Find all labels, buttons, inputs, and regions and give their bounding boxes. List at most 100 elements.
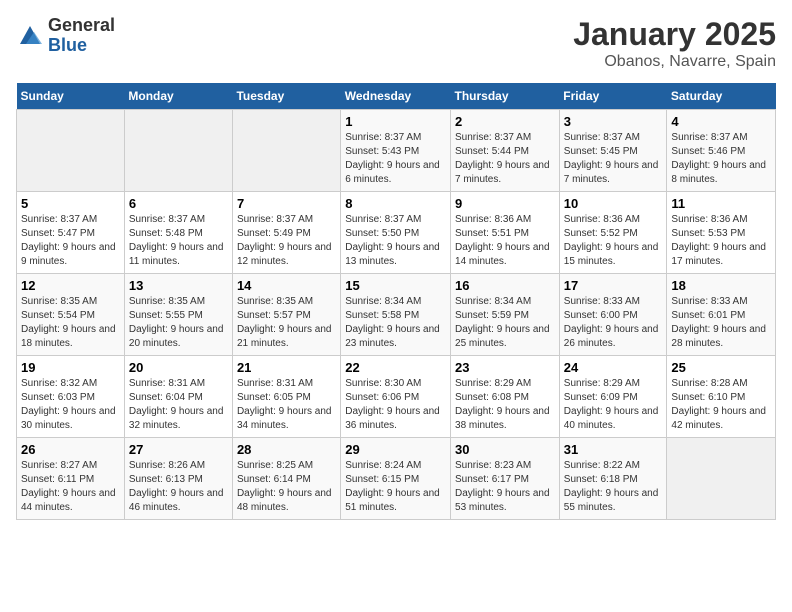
day-info: Sunrise: 8:37 AM Sunset: 5:43 PM Dayligh…: [345, 131, 446, 187]
day-info: Sunrise: 8:26 AM Sunset: 6:13 PM Dayligh…: [129, 459, 228, 515]
day-info: Sunrise: 8:34 AM Sunset: 5:59 PM Dayligh…: [455, 295, 555, 351]
calendar-week-row: 19Sunrise: 8:32 AM Sunset: 6:03 PM Dayli…: [17, 356, 776, 438]
weekday-row: SundayMondayTuesdayWednesdayThursdayFrid…: [17, 83, 776, 110]
calendar-table: SundayMondayTuesdayWednesdayThursdayFrid…: [16, 83, 776, 520]
calendar-cell: 12 Sunrise: 8:35 AM Sunset: 5:54 PM Dayli…: [17, 274, 125, 356]
calendar-cell: 23 Sunrise: 8:29 AM Sunset: 6:08 PM Dayli…: [451, 356, 560, 438]
weekday-header: Monday: [124, 83, 232, 110]
day-info: Sunrise: 8:37 AM Sunset: 5:45 PM Dayligh…: [564, 131, 663, 187]
calendar-cell: 18Sunrise: 8:33 AM Sunset: 6:01 PM Dayli…: [667, 274, 776, 356]
calendar-cell: 31Sunrise: 8:22 AM Sunset: 6:18 PM Dayli…: [559, 438, 667, 520]
day-number: 29: [345, 442, 446, 457]
calendar-title: January 2025: [573, 16, 776, 53]
day-number: 14: [237, 278, 336, 293]
day-info: Sunrise: 8:24 AM Sunset: 6:15 PM Dayligh…: [345, 459, 446, 515]
calendar-cell: 11 Sunrise: 8:36 AM Sunset: 5:53 PM Dayli…: [667, 192, 776, 274]
calendar-cell: 2Sunrise: 8:37 AM Sunset: 5:44 PM Daylig…: [451, 110, 560, 192]
calendar-cell: 7 Sunrise: 8:37 AM Sunset: 5:49 PM Daylig…: [232, 192, 340, 274]
calendar-cell: 9 Sunrise: 8:36 AM Sunset: 5:51 PM Daylig…: [451, 192, 560, 274]
day-info: Sunrise: 8:36 AM Sunset: 5:53 PM Dayligh…: [671, 213, 771, 269]
day-number: 9: [455, 196, 555, 211]
day-info: Sunrise: 8:34 AM Sunset: 5:58 PM Dayligh…: [345, 295, 446, 351]
day-number: 12: [21, 278, 120, 293]
day-number: 25: [671, 360, 771, 375]
day-info: Sunrise: 8:30 AM Sunset: 6:06 PM Dayligh…: [345, 377, 446, 433]
calendar-cell: [232, 110, 340, 192]
day-info: Sunrise: 8:35 AM Sunset: 5:54 PM Dayligh…: [21, 295, 120, 351]
logo-blue: Blue: [48, 36, 115, 56]
calendar-cell: 25 Sunrise: 8:28 AM Sunset: 6:10 PM Dayli…: [667, 356, 776, 438]
calendar-cell: 13 Sunrise: 8:35 AM Sunset: 5:55 PM Dayli…: [124, 274, 232, 356]
calendar-cell: 21 Sunrise: 8:31 AM Sunset: 6:05 PM Dayli…: [232, 356, 340, 438]
day-number: 17: [564, 278, 663, 293]
calendar-cell: [667, 438, 776, 520]
calendar-week-row: 5 Sunrise: 8:37 AM Sunset: 5:47 PM Daylig…: [17, 192, 776, 274]
weekday-header: Wednesday: [341, 83, 451, 110]
day-number: 2: [455, 114, 555, 129]
day-number: 7: [237, 196, 336, 211]
day-number: 20: [129, 360, 228, 375]
calendar-cell: 1 Sunrise: 8:37 AM Sunset: 5:43 PM Daylig…: [341, 110, 451, 192]
day-info: Sunrise: 8:32 AM Sunset: 6:03 PM Dayligh…: [21, 377, 120, 433]
day-number: 6: [129, 196, 228, 211]
day-info: Sunrise: 8:36 AM Sunset: 5:52 PM Dayligh…: [564, 213, 663, 269]
day-number: 26: [21, 442, 120, 457]
calendar-cell: 15 Sunrise: 8:34 AM Sunset: 5:58 PM Dayli…: [341, 274, 451, 356]
day-number: 8: [345, 196, 446, 211]
calendar-cell: 29 Sunrise: 8:24 AM Sunset: 6:15 PM Dayli…: [341, 438, 451, 520]
calendar-body: 1 Sunrise: 8:37 AM Sunset: 5:43 PM Daylig…: [17, 110, 776, 520]
day-info: Sunrise: 8:31 AM Sunset: 6:05 PM Dayligh…: [237, 377, 336, 433]
day-info: Sunrise: 8:31 AM Sunset: 6:04 PM Dayligh…: [129, 377, 228, 433]
day-info: Sunrise: 8:29 AM Sunset: 6:08 PM Dayligh…: [455, 377, 555, 433]
calendar-week-row: 26Sunrise: 8:27 AM Sunset: 6:11 PM Dayli…: [17, 438, 776, 520]
day-info: Sunrise: 8:29 AM Sunset: 6:09 PM Dayligh…: [564, 377, 663, 433]
day-number: 16: [455, 278, 555, 293]
calendar-cell: 10 Sunrise: 8:36 AM Sunset: 5:52 PM Dayli…: [559, 192, 667, 274]
calendar-cell: [17, 110, 125, 192]
calendar-cell: 22 Sunrise: 8:30 AM Sunset: 6:06 PM Dayli…: [341, 356, 451, 438]
calendar-cell: 26Sunrise: 8:27 AM Sunset: 6:11 PM Dayli…: [17, 438, 125, 520]
day-info: Sunrise: 8:23 AM Sunset: 6:17 PM Dayligh…: [455, 459, 555, 515]
calendar-cell: 28Sunrise: 8:25 AM Sunset: 6:14 PM Dayli…: [232, 438, 340, 520]
day-number: 22: [345, 360, 446, 375]
day-number: 13: [129, 278, 228, 293]
calendar-cell: 14 Sunrise: 8:35 AM Sunset: 5:57 PM Dayli…: [232, 274, 340, 356]
day-number: 23: [455, 360, 555, 375]
day-info: Sunrise: 8:28 AM Sunset: 6:10 PM Dayligh…: [671, 377, 771, 433]
day-number: 27: [129, 442, 228, 457]
logo-general: General: [48, 16, 115, 36]
day-info: Sunrise: 8:37 AM Sunset: 5:50 PM Dayligh…: [345, 213, 446, 269]
day-number: 1: [345, 114, 446, 129]
calendar-subtitle: Obanos, Navarre, Spain: [573, 53, 776, 71]
weekday-header: Friday: [559, 83, 667, 110]
calendar-cell: 24Sunrise: 8:29 AM Sunset: 6:09 PM Dayli…: [559, 356, 667, 438]
calendar-cell: 17 Sunrise: 8:33 AM Sunset: 6:00 PM Dayli…: [559, 274, 667, 356]
day-info: Sunrise: 8:37 AM Sunset: 5:49 PM Dayligh…: [237, 213, 336, 269]
logo-icon: [16, 22, 44, 50]
day-info: Sunrise: 8:37 AM Sunset: 5:47 PM Dayligh…: [21, 213, 120, 269]
day-number: 31: [564, 442, 663, 457]
calendar-week-row: 12 Sunrise: 8:35 AM Sunset: 5:54 PM Dayli…: [17, 274, 776, 356]
calendar-cell: 3 Sunrise: 8:37 AM Sunset: 5:45 PM Daylig…: [559, 110, 667, 192]
day-number: 10: [564, 196, 663, 211]
day-number: 21: [237, 360, 336, 375]
day-info: Sunrise: 8:33 AM Sunset: 6:00 PM Dayligh…: [564, 295, 663, 351]
weekday-header: Sunday: [17, 83, 125, 110]
calendar-cell: 8 Sunrise: 8:37 AM Sunset: 5:50 PM Daylig…: [341, 192, 451, 274]
day-info: Sunrise: 8:35 AM Sunset: 5:57 PM Dayligh…: [237, 295, 336, 351]
day-number: 3: [564, 114, 663, 129]
day-number: 4: [671, 114, 771, 129]
day-info: Sunrise: 8:33 AM Sunset: 6:01 PM Dayligh…: [671, 295, 771, 351]
day-info: Sunrise: 8:35 AM Sunset: 5:55 PM Dayligh…: [129, 295, 228, 351]
calendar-cell: [124, 110, 232, 192]
day-number: 11: [671, 196, 771, 211]
day-number: 15: [345, 278, 446, 293]
weekday-header: Saturday: [667, 83, 776, 110]
calendar-cell: 5 Sunrise: 8:37 AM Sunset: 5:47 PM Daylig…: [17, 192, 125, 274]
weekday-header: Thursday: [451, 83, 560, 110]
day-number: 5: [21, 196, 120, 211]
day-info: Sunrise: 8:25 AM Sunset: 6:14 PM Dayligh…: [237, 459, 336, 515]
day-info: Sunrise: 8:37 AM Sunset: 5:46 PM Dayligh…: [671, 131, 771, 187]
day-info: Sunrise: 8:36 AM Sunset: 5:51 PM Dayligh…: [455, 213, 555, 269]
calendar-cell: 16 Sunrise: 8:34 AM Sunset: 5:59 PM Dayli…: [451, 274, 560, 356]
